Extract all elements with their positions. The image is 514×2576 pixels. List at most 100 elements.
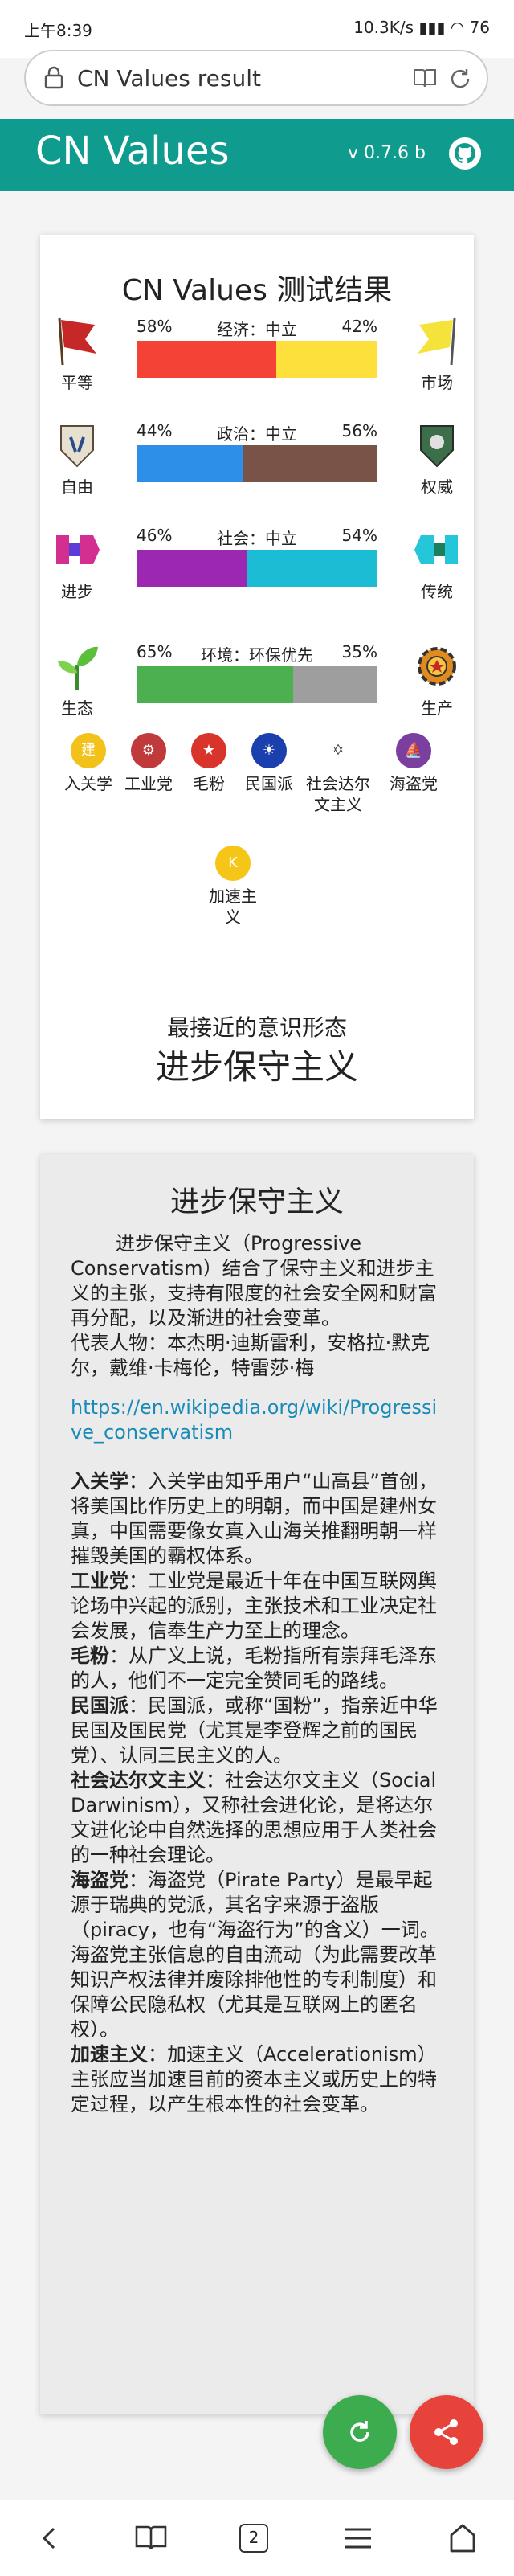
axis-row: 进步 46% 社会：中立 54% 传统	[40, 524, 474, 612]
ideology-term: 社会达尔文主义	[71, 1769, 206, 1792]
refresh-icon	[350, 2421, 369, 2442]
tabs-button[interactable]: 2	[239, 2524, 268, 2553]
address-bar[interactable]: CN Values result	[24, 50, 488, 106]
axis-bar-left	[137, 341, 276, 378]
badge-glyph: K	[228, 854, 238, 871]
darwin-star-icon: ✡	[320, 733, 356, 768]
detail-body: 进步保守主义（Progressive Conservatism）结合了保守主义和…	[71, 1231, 448, 2117]
wifi-icon: ◠	[450, 18, 470, 37]
ideology-term: 毛粉	[71, 1644, 109, 1667]
axis-bar-left	[137, 550, 247, 587]
net-speed: 10.3K/s	[353, 18, 414, 37]
ideology-label: 海盗党	[390, 774, 438, 793]
ideology-term: 工业党	[71, 1570, 128, 1592]
ideology-explanation: 毛粉：从广义上说，毛粉指所有崇拜毛泽东的人，他们不一定完全赞同毛的路线。	[71, 1644, 448, 1693]
ideology-explanations: 入关学：入关学由知乎用户“山高县”首创，将美国比作历史上的明朝，而中国是建州女真…	[71, 1469, 448, 2117]
ideology-badge: ⛵ 海盗党	[373, 733, 454, 794]
axis-verdict: 经济：中立	[217, 320, 297, 339]
mao-portrait-icon: ★	[191, 733, 226, 768]
axis-bar	[137, 666, 377, 703]
axis-bar-right	[276, 341, 377, 378]
ideology-detail-card: 进步保守主义 进步保守主义（Progressive Conservatism）结…	[40, 1154, 474, 2414]
ideology-explanation: 工业党：工业党是最近十年在中国互联网舆论场中兴起的派别，主张技术和工业决定社会发…	[71, 1569, 448, 1644]
browser-toolbar: 2	[0, 2500, 514, 2576]
gear-icon	[413, 641, 461, 692]
badge-glyph: ✡	[332, 742, 345, 759]
axis-bar	[137, 341, 377, 378]
ideology-text: ：从广义上说，毛粉指所有崇拜毛泽东的人，他们不一定完全赞同毛的路线。	[71, 1644, 437, 1692]
axis-left-label: 平等	[61, 373, 93, 392]
signal-icon: ▮▮▮	[418, 18, 451, 37]
ideology-badge: ☀ 民国派	[229, 733, 309, 794]
closest-ideology-value: 进步保守主义	[155, 1047, 358, 1087]
detail-representatives: 代表人物：本杰明·迪斯雷利，安格拉·默克尔，戴维·卡梅伦，特雷莎·梅	[71, 1332, 430, 1379]
status-time: 上午8:39	[24, 21, 92, 40]
axis-right-percent: 35%	[341, 642, 377, 661]
ideology-badge: K 加速主义	[205, 846, 261, 928]
axis-right-percent: 54%	[341, 526, 377, 545]
closest-ideology-label: 最接近的意识形态	[166, 1014, 347, 1041]
badge-glyph: ☀	[262, 742, 276, 759]
axis-bar-right	[247, 550, 377, 587]
axis-row: 自由 44% 政治：中立 56% 权威	[40, 420, 474, 508]
ideology-explanation: 入关学：入关学由知乎用户“山高县”首创，将美国比作历史上的明朝，而中国是建州女真…	[71, 1469, 448, 1569]
axis-right-percent: 56%	[341, 421, 377, 440]
blue-sky-white-sun-icon: ☀	[251, 733, 287, 768]
badge-glyph: ⚙	[141, 742, 156, 759]
detail-heading: 进步保守主义	[169, 1186, 344, 1218]
tradition-arrow-icon	[413, 524, 461, 575]
ideology-term: 民国派	[71, 1694, 128, 1717]
ideology-explanation: 海盗党：海盗党（Pirate Party）是最早起源于瑞典的党派，其名字来源于盗…	[71, 1868, 448, 2042]
ideology-term: 海盗党	[71, 1869, 128, 1891]
reload-icon[interactable]	[448, 67, 472, 91]
tab-count: 2	[248, 2528, 259, 2547]
reader-mode-icon[interactable]	[413, 67, 437, 89]
ideology-label: 加速主义	[209, 887, 257, 927]
ideology-term: 加速主义	[71, 2043, 148, 2066]
status-icons: 10.3K/s ▮▮▮ ◠ 76	[353, 18, 490, 37]
axis-bar-left	[137, 445, 243, 482]
page-title: CN Values result	[77, 65, 261, 92]
back-icon[interactable]	[32, 2521, 67, 2556]
ideology-label: 民国派	[245, 774, 293, 793]
ideology-explanation: 加速主义：加速主义（Accelerationism）主张应当加速目前的资本主义或…	[71, 2042, 448, 2117]
ideology-explanation: 民国派：民国派，或称“国粉”，指亲近中华民国及国民党（尤其是李登辉之前的国民党）…	[71, 1693, 448, 1768]
yellow-flag-icon	[413, 315, 461, 367]
menu-icon[interactable]	[341, 2521, 376, 2556]
app-logo-title[interactable]: CN Values	[35, 129, 230, 174]
battery-level: 76	[469, 18, 490, 37]
accelerationism-icon: K	[215, 846, 251, 881]
authority-emblem-icon	[413, 420, 461, 471]
axis-right-percent: 42%	[341, 317, 377, 336]
jianzhou-badge-icon: 建	[71, 733, 106, 768]
axis-right-label: 权威	[421, 477, 453, 497]
axis-right-label: 市场	[421, 373, 453, 392]
app-version: v 0.7.6 b	[348, 143, 426, 163]
axis-left-label: 进步	[61, 582, 93, 601]
axis-verdict: 环境：环保优先	[201, 645, 313, 665]
axis-right-label: 生产	[421, 698, 453, 718]
lock-icon	[44, 66, 63, 89]
share-icon	[434, 2419, 458, 2445]
ideology-badge: ✡ 社会达尔文主义	[301, 733, 375, 815]
github-icon[interactable]	[448, 137, 482, 170]
axis-left-label: 生态	[61, 698, 93, 718]
axis-verdict: 社会：中立	[217, 529, 297, 548]
detail-intro: 进步保守主义（Progressive Conservatism）结合了保守主义和…	[71, 1232, 437, 1329]
badge-glyph: ★	[202, 742, 216, 759]
home-icon[interactable]	[445, 2521, 480, 2556]
wikipedia-link[interactable]: https://en.wikipedia.org/wiki/Progressiv…	[71, 1395, 448, 1445]
bookmarks-icon[interactable]	[133, 2521, 169, 2556]
ideology-label: 社会达尔文主义	[306, 774, 370, 814]
result-card: CN Values 测试结果 平等 58% 经济：中立 42% 市场 自由 44% 政治：中立…	[40, 235, 474, 1119]
axis-bar-right	[293, 666, 377, 703]
retake-button[interactable]	[323, 2395, 397, 2469]
ideology-text: ：海盗党（Pirate Party）是最早起源于瑞典的党派，其名字来源于盗版（p…	[71, 1869, 439, 2041]
share-button[interactable]	[410, 2395, 483, 2469]
ideology-explanation: 社会达尔文主义：社会达尔文主义（Social Darwinism），又称社会进化…	[71, 1768, 448, 1868]
ideology-term: 入关学	[71, 1470, 128, 1493]
app-header: CN Values v 0.7.6 b	[0, 119, 514, 191]
badge-glyph: 建	[81, 742, 96, 759]
axis-right-label: 传统	[421, 582, 453, 601]
axis-bar	[137, 445, 377, 482]
